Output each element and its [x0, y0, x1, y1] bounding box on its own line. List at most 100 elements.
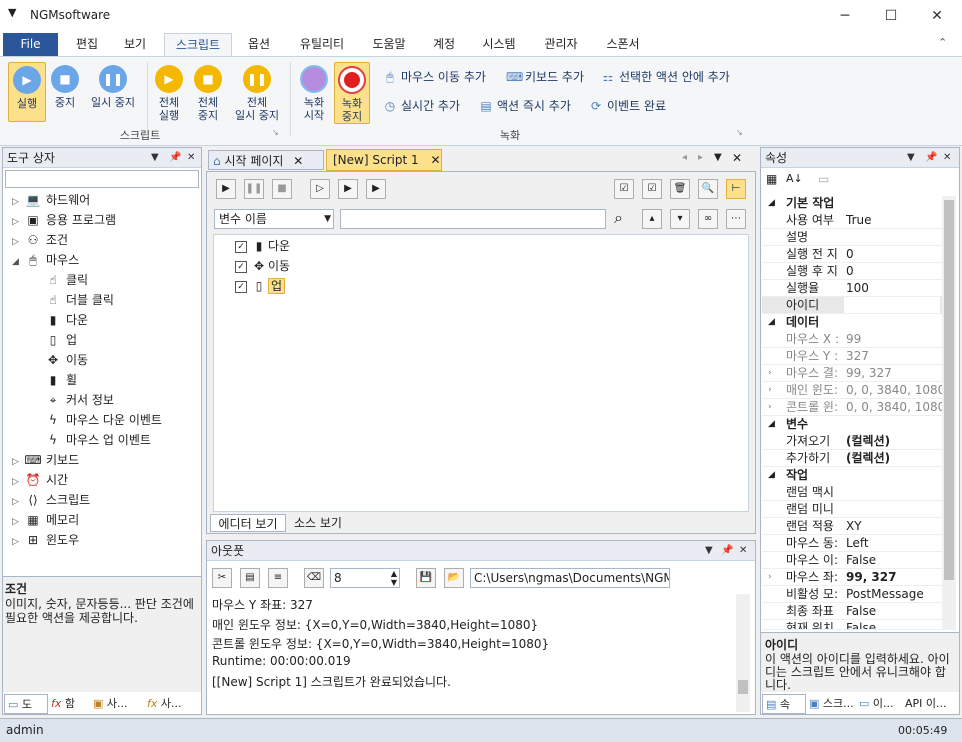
tree-time[interactable]: ▷ ⏰ 시간 [12, 470, 68, 490]
pin-icon[interactable]: 📌 [925, 148, 937, 168]
add-keyboard-button[interactable]: ⌨ 키보드 추가 [506, 67, 584, 87]
prop-description[interactable]: 설명 [762, 229, 942, 246]
prop-id[interactable]: 아이디 [762, 297, 942, 314]
prop-delay-after[interactable]: 실행 후 지0 [762, 263, 942, 280]
pin-icon[interactable]: 📌 [721, 541, 733, 561]
prop-delay-before[interactable]: 실행 전 지0 [762, 246, 942, 263]
action-down[interactable]: ✓ ▮ 다운 [235, 237, 290, 254]
tree-view-button[interactable]: ⊢ [726, 179, 746, 199]
property-pages-icon[interactable]: ▭ [818, 172, 829, 186]
loop-button[interactable]: ∞ [698, 209, 718, 229]
record-stop-button[interactable]: 녹화 중지 [334, 62, 370, 124]
expand-icon[interactable]: ▷ [12, 512, 24, 532]
tree-wheel[interactable]: ▮ 휠 [44, 370, 77, 390]
tree-condition[interactable]: ▷ ⚇ 조건 [12, 230, 68, 250]
prop-category-basic[interactable]: ◢ 기본 작업 [762, 195, 942, 212]
scroll-thumb[interactable] [738, 680, 748, 694]
close-tab-icon[interactable]: ✕ [430, 153, 440, 167]
editor-run-from-button[interactable]: ▶ [338, 179, 358, 199]
prop-random-apply[interactable]: 랜덤 적용 XY [762, 518, 942, 535]
checkbox[interactable]: ✓ [235, 280, 247, 293]
stepper-arrows-icon[interactable]: ▲ ▼ [391, 569, 397, 587]
search-icon[interactable]: ⌕ [614, 208, 623, 228]
scroll-left-icon[interactable]: ◂ [682, 152, 687, 163]
close-tab-icon[interactable]: ✕ [293, 154, 303, 168]
tab-edit[interactable]: 편집 [66, 33, 108, 56]
tab-start-page[interactable]: ⌂ 시작 페이지 ✕ [208, 150, 324, 170]
collapse-icon[interactable]: ◢ [768, 195, 775, 212]
checkbox[interactable]: ✓ [235, 260, 247, 273]
tree-click[interactable]: ☝ 클릭 [44, 270, 88, 290]
tab-script-1[interactable]: [New] Script 1 ✕ [326, 149, 442, 171]
expand-icon[interactable]: ▷ [12, 492, 24, 512]
dropdown-icon[interactable]: ▼ [151, 148, 159, 168]
tab-view[interactable]: 보기 [114, 33, 156, 56]
prop-random-min[interactable]: 랜덤 미니 [762, 501, 942, 518]
tab-script[interactable]: 스크립트 [164, 33, 232, 56]
tree-doubleclick[interactable]: ☝ 더블 클릭 [44, 290, 114, 310]
pause-all-button[interactable]: ❚❚ 전체 일시 중지 [228, 62, 286, 124]
close-icon[interactable]: ✕ [187, 148, 195, 168]
add-in-selected-action-button[interactable]: ⚏ 선택한 액션 안에 추가 [600, 67, 730, 87]
properties-tab-image[interactable]: ▭ 이... [856, 694, 900, 714]
tab-system[interactable]: 시스템 [474, 33, 524, 56]
add-mouse-move-button[interactable]: 🖱 마우스 이동 추가 [382, 67, 486, 87]
expand-icon[interactable]: ▷ [12, 212, 24, 232]
tab-utility[interactable]: 유틸리티 [290, 33, 354, 56]
action-up[interactable]: ✓ ▯ 업 [235, 277, 286, 294]
collapse-icon[interactable]: ◢ [12, 252, 24, 272]
editor-pause-button[interactable]: ❚❚ [244, 179, 264, 199]
tree-memory[interactable]: ▷ ▦ 메모리 [12, 510, 79, 530]
prop-get[interactable]: 가져오기 (컬렉션) [762, 433, 942, 450]
more-button[interactable]: ⋯ [726, 209, 746, 229]
prop-enabled[interactable]: 사용 여부 True [762, 212, 942, 229]
tree-keyboard[interactable]: ▷ ⌨ 키보드 [12, 450, 79, 470]
check-button[interactable]: ☑ [642, 179, 662, 199]
prop-mouse-event[interactable]: 마우스 이: False [762, 552, 942, 569]
properties-tab-props[interactable]: ▤ 속 [762, 694, 806, 714]
close-button[interactable]: ✕ [914, 0, 960, 32]
dropdown-icon[interactable]: ▼ [705, 541, 713, 561]
tab-account[interactable]: 계정 [424, 33, 464, 56]
prop-mouse-button[interactable]: 마우스 동: Left [762, 535, 942, 552]
prop-category-data[interactable]: ◢ 데이터 [762, 314, 942, 331]
prop-category-variable[interactable]: ◢ 변수 [762, 416, 942, 433]
close-editor-icon[interactable]: ✕ [732, 151, 742, 165]
pin-icon[interactable]: 📌 [169, 148, 181, 168]
editor-stop-button[interactable]: ■ [272, 179, 292, 199]
close-icon[interactable]: ✕ [943, 148, 951, 168]
output-file-button[interactable]: ▤ [240, 568, 260, 588]
tab-options[interactable]: 옵션 [238, 33, 280, 56]
tree-move[interactable]: ✥ 이동 [44, 350, 88, 370]
tab-admin[interactable]: 관리자 [534, 33, 588, 56]
move-down-button[interactable]: ▾ [670, 209, 690, 229]
tree-mouse-down-event[interactable]: ϟ 마우스 다운 이벤트 [44, 410, 162, 430]
add-action-instant-button[interactable]: ▤ 액션 즉시 추가 [478, 96, 571, 116]
editor-play-button[interactable]: ▶ [216, 179, 236, 199]
collapse-icon[interactable]: ◢ [768, 467, 775, 484]
toolbox-search-input[interactable] [5, 170, 199, 188]
move-up-button[interactable]: ▴ [642, 209, 662, 229]
properties-tab-api[interactable]: API 이... [902, 694, 958, 714]
output-list-button[interactable]: ≡ [268, 568, 288, 588]
record-group-launcher-icon[interactable]: ↘ [736, 128, 743, 137]
editor-run-selected-button[interactable]: ▶ [366, 179, 386, 199]
expand-icon[interactable]: ▷ [12, 232, 24, 252]
script-group-launcher-icon[interactable]: ↘ [272, 128, 279, 137]
expand-icon[interactable]: ▷ [12, 452, 24, 472]
prop-async-mode[interactable]: 비활성 모: PostMessage [762, 586, 942, 603]
prop-control-window[interactable]: › 콘트롤 윈: 0, 0, 3840, 1080 [762, 399, 945, 416]
properties-scrollbar[interactable] [942, 196, 956, 630]
check-all-button[interactable]: ☑ [614, 179, 634, 199]
delete-button[interactable]: 🗑 [670, 179, 690, 199]
maximize-button[interactable]: ☐ [868, 0, 914, 32]
quick-menu-icon[interactable]: ▼ [8, 6, 16, 19]
expand-icon[interactable]: › [768, 365, 772, 382]
prop-mouse-y[interactable]: 마우스 Y :327 [762, 348, 942, 365]
expand-icon[interactable]: ▷ [12, 532, 24, 552]
expand-icon[interactable]: › [768, 569, 772, 586]
tree-hardware[interactable]: ▷ 💻 하드웨어 [12, 190, 90, 210]
prop-final-coord[interactable]: 최종 좌표 False [762, 603, 942, 620]
eraser-button[interactable]: ⌫ [304, 568, 324, 588]
collapse-ribbon-icon[interactable]: ⌃ [938, 36, 947, 49]
